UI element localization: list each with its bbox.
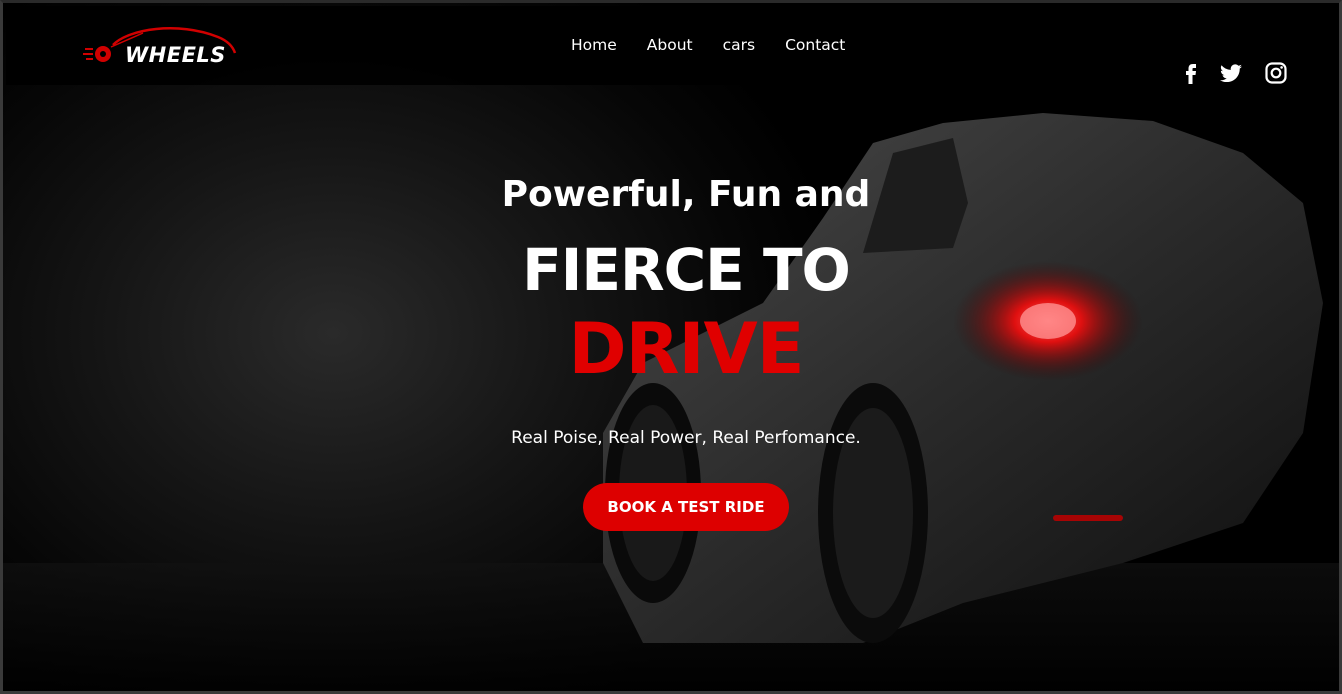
hero-section: Powerful, Fun and FIERCE TO DRIVE Real P… bbox=[3, 3, 1339, 691]
book-test-ride-button[interactable]: BOOK A TEST RIDE bbox=[583, 483, 789, 531]
page-frame: WHEELS Home About cars Contact Powerful,… bbox=[0, 0, 1342, 694]
hero-headline: FIERCE TO bbox=[522, 236, 851, 304]
hero-kicker: Powerful, Fun and bbox=[501, 174, 871, 215]
hero-headline-accent: DRIVE bbox=[568, 308, 804, 390]
hero-tagline: Real Poise, Real Power, Real Perfomance. bbox=[511, 428, 861, 448]
